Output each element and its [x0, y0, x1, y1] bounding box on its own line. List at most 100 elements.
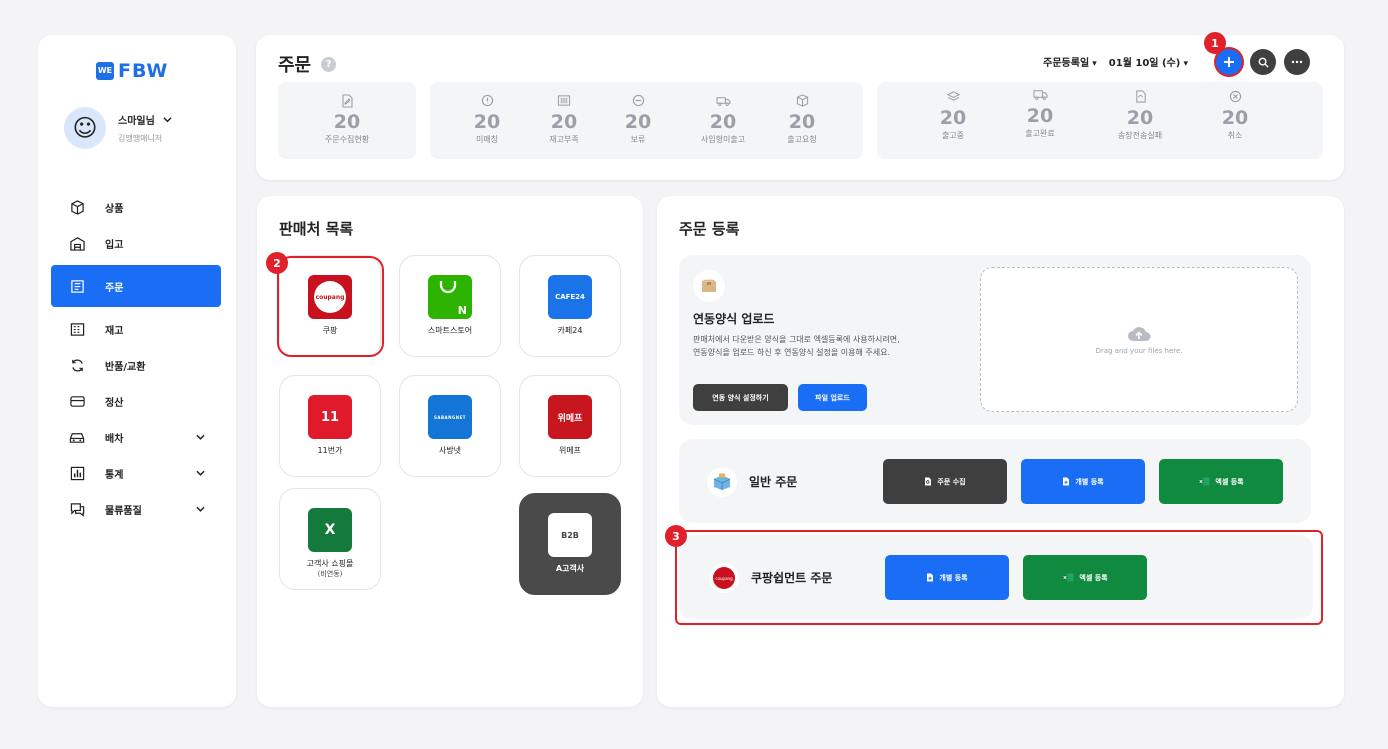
step-marker-2: 2	[266, 252, 288, 274]
upload-desc-line-2: 연동양식을 업로드 하신 후 연동양식 설정을 이용해 주세요.	[693, 348, 890, 357]
sidebar-item-label: 반품/교환	[105, 361, 146, 373]
sidebar-item-label: 배차	[105, 433, 124, 445]
naver-logo-text: N	[457, 304, 467, 317]
file-upload-button[interactable]: 파일 업로드	[798, 384, 867, 411]
logo-mark-icon: WE	[96, 62, 114, 80]
date-select[interactable]: 01월 10일 (수)	[1109, 54, 1188, 69]
stat-label: 출고요청	[787, 135, 817, 144]
box-upload-icon	[693, 270, 725, 302]
plus-icon	[1224, 57, 1234, 67]
stat-label: 송장전송실패	[1117, 131, 1163, 140]
stat-on-hold[interactable]: 20 보류	[593, 82, 683, 145]
sidebar-item-orders[interactable]: 주문	[51, 265, 221, 307]
vendor-card-smartstore[interactable]: N 스마트스토어	[399, 255, 501, 357]
file-dropzone[interactable]: Drag and your files here.	[980, 267, 1298, 412]
sidebar-item-returns[interactable]: 반품/교환	[51, 347, 221, 383]
bar-chart-icon	[69, 465, 85, 481]
stat-group-pending: 20 미매칭 20 재고부족 20 보류 20 사입형미출고 20 출고요청	[430, 82, 863, 159]
stat-group-collect: 20 주문수집현황	[278, 82, 416, 159]
vendor-sub: (비연동)	[317, 570, 343, 578]
sidebar-item-products[interactable]: 상품	[51, 189, 221, 225]
stat-purchase-not-shipped[interactable]: 20 사입형미출고	[678, 82, 768, 145]
sidebar-item-quality[interactable]: 물류품질	[51, 491, 221, 527]
stat-value: 20	[333, 111, 361, 133]
upload-title: 연동양식 업로드	[693, 312, 775, 326]
add-order-button[interactable]	[1216, 49, 1242, 75]
excel-register-label: 엑셀 등록	[1215, 477, 1244, 486]
step-marker-3: 3	[665, 525, 687, 547]
chat-icon	[69, 501, 85, 517]
cafe24-logo-icon: CAFE24	[548, 275, 592, 319]
sidebar-item-statistics[interactable]: 통계	[51, 455, 221, 491]
general-order-title: 일반 주문	[749, 475, 798, 489]
sidebar-item-inbound[interactable]: 입고	[51, 225, 221, 261]
order-summary-panel: 주문 ? 주문등록일 01월 10일 (수) 1 20 주문수집현황 20 미매…	[256, 32, 1344, 180]
naver-bag-icon	[439, 281, 457, 294]
document-search-icon	[925, 477, 932, 486]
vendor-card-custom-mall[interactable]: X 고객사 쇼핑몰 (비연동)	[279, 488, 381, 590]
vendor-list-panel: 판매처 목록 coupang 쿠팡 2 N 스마트스토어 CAFE24 카페24…	[257, 196, 643, 707]
document-add-icon	[1063, 477, 1070, 486]
chevron-down-icon	[196, 434, 205, 440]
sidebar-item-dispatch[interactable]: 배차	[51, 419, 221, 455]
user-profile[interactable]: ☺ 스마일님 김땡땡매니저	[64, 107, 172, 149]
single-register-button[interactable]: 개별 등록	[1021, 459, 1145, 504]
b2b-logo-icon: B2B	[548, 513, 592, 557]
truck-icon	[995, 88, 1085, 102]
stat-value: 20	[1026, 105, 1054, 127]
vendor-card-cafe24[interactable]: CAFE24 카페24	[519, 255, 621, 357]
stat-shipped[interactable]: 20 출고완료	[995, 76, 1085, 139]
logo[interactable]: WE FBW	[96, 60, 168, 82]
search-button[interactable]	[1250, 49, 1276, 75]
x-circle-icon	[1190, 90, 1280, 104]
logo-text: FBW	[118, 60, 169, 82]
sidebar-item-label: 물류품질	[105, 505, 142, 517]
stat-value: 20	[1126, 107, 1154, 129]
vendor-name: 카페24	[557, 326, 583, 335]
stat-label: 출고중	[941, 131, 965, 140]
stat-group-shipping: 20 출고중 20 출고완료 20 송장전송실패 20 취소	[877, 82, 1323, 159]
date-type-select[interactable]: 주문등록일	[1043, 54, 1097, 69]
vendor-card-a-client[interactable]: B2B A고객사	[519, 493, 621, 595]
vendor-card-11st[interactable]: 11 11번가	[279, 375, 381, 477]
user-role: 김땡땡매니저	[118, 134, 163, 143]
order-collect-label: 주문 수집	[937, 477, 966, 486]
sidebar-item-label: 재고	[105, 325, 124, 337]
car-icon	[69, 429, 85, 445]
stat-shipment-request[interactable]: 20 출고요청	[757, 82, 847, 145]
box-icon	[69, 199, 85, 215]
more-button[interactable]	[1284, 49, 1310, 75]
highlight-box-coupang-shipment	[675, 530, 1323, 625]
vendor-name: 스마트스토어	[427, 326, 473, 335]
package-stack-icon	[707, 467, 737, 497]
stat-label: 보류	[630, 135, 646, 144]
vendor-list-title: 판매처 목록	[279, 220, 354, 238]
chevron-down-icon	[196, 506, 205, 512]
sidebar-item-label: 통계	[105, 469, 124, 481]
wemakeprice-logo-icon: 위메프	[548, 395, 592, 439]
vendor-card-sabangnet[interactable]: SABANGNET 사방넷	[399, 375, 501, 477]
stat-cancelled[interactable]: 20 취소	[1190, 78, 1280, 141]
sabangnet-logo-icon: SABANGNET	[428, 395, 472, 439]
sidebar-item-stock[interactable]: 재고	[51, 311, 221, 347]
layers-icon	[908, 90, 998, 104]
help-icon[interactable]: ?	[321, 56, 337, 72]
vendor-card-wemakeprice[interactable]: 위메프 위메프	[519, 375, 621, 477]
warehouse-icon	[69, 235, 85, 251]
excel-register-button[interactable]: 엑셀 등록	[1159, 459, 1283, 504]
sidebar-item-label: 상품	[105, 203, 124, 215]
stat-invoice-failed[interactable]: 20 송장전송실패	[1095, 78, 1185, 141]
sidebar-item-label: 주문	[105, 282, 124, 294]
stat-value: 20	[624, 111, 652, 133]
stat-order-collect[interactable]: 20 주문수집현황	[302, 82, 392, 145]
vendor-name: 위메프	[558, 446, 582, 455]
more-icon	[1291, 60, 1303, 64]
chevron-down-icon	[196, 470, 205, 476]
upload-desc-line-1: 판매처에서 다운받은 양식을 그대로 엑셀등록에 사용하시려면,	[693, 335, 900, 344]
stat-shipping[interactable]: 20 출고중	[908, 78, 998, 141]
sidebar-item-settlement[interactable]: 정산	[51, 383, 221, 419]
order-collect-button[interactable]: 주문 수집	[883, 459, 1007, 504]
stat-value: 20	[709, 111, 737, 133]
template-setting-button[interactable]: 연동 양식 설정하기	[693, 384, 788, 411]
chevron-down-icon[interactable]	[163, 115, 172, 124]
